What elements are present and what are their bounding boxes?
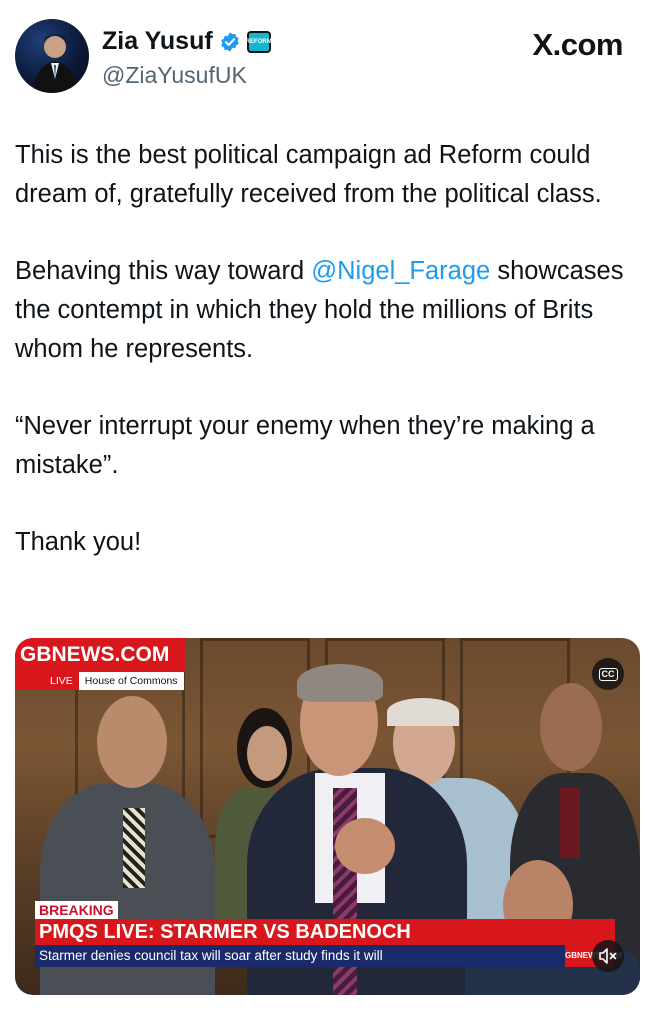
tweet-paragraph-4: Thank you! — [15, 528, 142, 557]
breaking-label: BREAKING — [35, 901, 118, 919]
verified-badge-icon — [220, 31, 239, 52]
author-avatar[interactable] — [15, 19, 89, 93]
author-handle[interactable]: @ZiaYusufUK — [102, 62, 247, 89]
live-tag: LIVE — [15, 672, 79, 690]
author-name-row: Zia Yusuf REFORM — [102, 27, 272, 56]
tweet-body: This is the best political campaign ad R… — [15, 136, 635, 562]
news-headline: PMQS LIVE: STARMER VS BADENOCH — [35, 919, 615, 945]
closed-captions-button[interactable]: CC — [592, 658, 624, 690]
speaker-muted-icon — [599, 948, 617, 964]
avatar-portrait-icon — [33, 34, 77, 93]
mute-button[interactable] — [592, 940, 624, 972]
tweet-paragraph-3: “Never interrupt your enemy when they’re… — [15, 411, 602, 479]
tweet-paragraph-2: Behaving this way toward @Nigel_Farage s… — [15, 257, 631, 362]
tweet-header: Zia Yusuf REFORM @ZiaYusufUK X.com — [0, 0, 655, 110]
location-tag: House of Commons — [78, 672, 184, 690]
news-subheadline: Starmer denies council tax will soar aft… — [35, 945, 565, 967]
gb-news-logo: GBNEWS.COM — [15, 638, 185, 672]
tweet-paragraph-1: This is the best political campaign ad R… — [15, 141, 602, 208]
video-player[interactable]: GBNEWS.COM LIVE House of Commons CC BREA… — [15, 638, 640, 995]
reform-affiliate-badge-icon[interactable]: REFORM — [246, 30, 272, 53]
mention-link[interactable]: @Nigel_Farage — [311, 257, 490, 285]
author-name[interactable]: Zia Yusuf — [102, 27, 213, 56]
x-com-brand: X.com — [532, 27, 623, 62]
cc-icon: CC — [598, 667, 618, 681]
tweet-paragraph-2-start: Behaving this way toward — [15, 257, 312, 286]
live-indicator: LIVE House of Commons — [15, 672, 184, 690]
